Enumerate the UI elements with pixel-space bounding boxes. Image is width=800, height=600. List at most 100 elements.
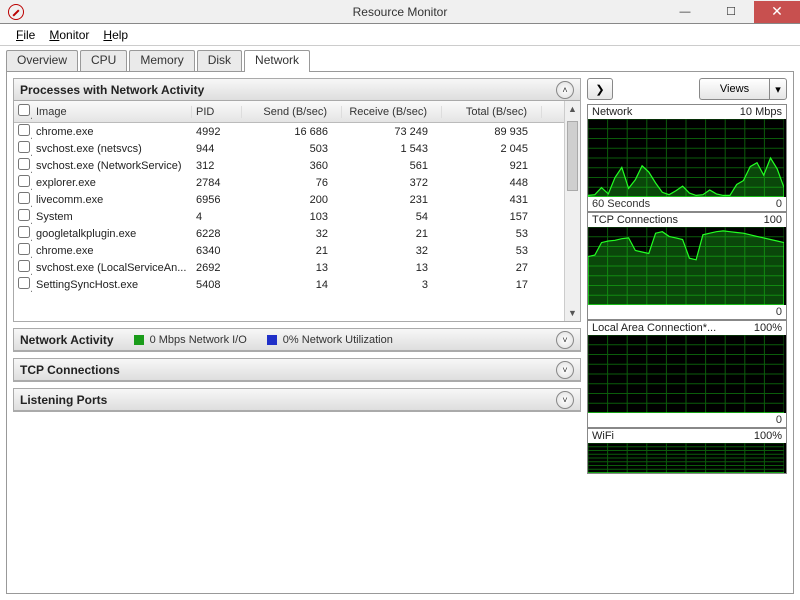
row-checkbox[interactable] (18, 260, 30, 272)
tab-network[interactable]: Network (244, 50, 310, 72)
cell-image: googletalkplugin.exe (32, 228, 192, 240)
row-checkbox[interactable] (18, 192, 30, 204)
row-checkbox[interactable] (18, 124, 30, 136)
cell-total: 157 (442, 211, 542, 223)
listening-panel-header[interactable]: Listening Ports ˅ (14, 389, 580, 411)
menu-monitor[interactable]: Monitor (43, 26, 95, 44)
cell-pid: 312 (192, 160, 242, 172)
table-row[interactable]: svchost.exe (netsvcs)9445031 5432 045 (14, 140, 580, 157)
graph-canvas (588, 443, 786, 473)
close-button[interactable]: ✕ (754, 1, 800, 23)
cell-recv: 73 249 (342, 126, 442, 138)
graph-scale: 100% (754, 322, 782, 334)
legend-util: 0% Network Utilization (267, 334, 393, 346)
cell-send: 200 (242, 194, 342, 206)
cell-total: 89 935 (442, 126, 542, 138)
collapse-graphs-button[interactable]: ❯ (587, 78, 613, 100)
graph-canvas (588, 119, 786, 197)
cell-send: 360 (242, 160, 342, 172)
menu-file[interactable]: File (10, 26, 41, 44)
row-checkbox[interactable] (18, 226, 30, 238)
graph-foot-right: 0 (776, 414, 782, 426)
collapse-icon[interactable]: ˄ (556, 81, 574, 99)
col-total[interactable]: Total (B/sec) (442, 106, 542, 118)
cell-pid: 6956 (192, 194, 242, 206)
table-row[interactable]: svchost.exe (LocalServiceAn...2692131327 (14, 259, 580, 276)
expand-icon[interactable]: ˅ (556, 331, 574, 349)
maximize-button[interactable]: ☐ (708, 1, 754, 23)
listening-ports-panel: Listening Ports ˅ (13, 388, 581, 412)
legend-util-text: 0% Network Utilization (283, 334, 393, 346)
menu-help[interactable]: Help (97, 26, 134, 44)
processes-panel-header[interactable]: Processes with Network Activity ˄ (14, 79, 580, 101)
cell-image: chrome.exe (32, 126, 192, 138)
col-image[interactable]: Image (32, 106, 192, 118)
legend-io: 0 Mbps Network I/O (134, 334, 247, 346)
expand-icon[interactable]: ˅ (556, 361, 574, 379)
row-checkbox[interactable] (18, 158, 30, 170)
cell-total: 53 (442, 228, 542, 240)
scroll-down-icon[interactable]: ▼ (565, 305, 580, 321)
views-button[interactable]: Views (699, 78, 769, 100)
cell-recv: 372 (342, 177, 442, 189)
table-row[interactable]: SettingSyncHost.exe540814317 (14, 276, 580, 293)
select-all-checkbox[interactable] (18, 104, 30, 116)
tabstrip: Overview CPU Memory Disk Network (6, 50, 794, 72)
cell-recv: 3 (342, 279, 442, 291)
col-recv[interactable]: Receive (B/sec) (342, 106, 442, 118)
scroll-thumb[interactable] (567, 121, 578, 191)
tab-cpu[interactable]: CPU (80, 50, 127, 72)
cell-pid: 4 (192, 211, 242, 223)
row-checkbox[interactable] (18, 277, 30, 289)
cell-image: svchost.exe (netsvcs) (32, 143, 192, 155)
expand-icon[interactable]: ˅ (556, 391, 574, 409)
titlebar[interactable]: Resource Monitor — ☐ ✕ (0, 0, 800, 24)
table-row[interactable]: googletalkplugin.exe6228322153 (14, 225, 580, 242)
cell-send: 503 (242, 143, 342, 155)
cell-recv: 54 (342, 211, 442, 223)
cell-pid: 2784 (192, 177, 242, 189)
right-column: ❯ Views ▾ Network10 Mbps60 Seconds0 TCP C… (587, 78, 787, 587)
row-checkbox[interactable] (18, 209, 30, 221)
table-row[interactable]: System410354157 (14, 208, 580, 225)
cell-pid: 4992 (192, 126, 242, 138)
table-row[interactable]: svchost.exe (NetworkService)312360561921 (14, 157, 580, 174)
cell-recv: 561 (342, 160, 442, 172)
listening-panel-title: Listening Ports (20, 393, 107, 407)
tab-disk[interactable]: Disk (197, 50, 242, 72)
table-row[interactable]: livecomm.exe6956200231431 (14, 191, 580, 208)
cell-total: 431 (442, 194, 542, 206)
tab-memory[interactable]: Memory (129, 50, 194, 72)
views-dropdown-button[interactable]: ▾ (769, 78, 787, 100)
scroll-up-icon[interactable]: ▲ (565, 101, 580, 117)
cell-pid: 944 (192, 143, 242, 155)
menubar: File Monitor Help (0, 24, 800, 46)
cell-send: 76 (242, 177, 342, 189)
tab-overview[interactable]: Overview (6, 50, 78, 72)
col-send[interactable]: Send (B/sec) (242, 106, 342, 118)
row-checkbox[interactable] (18, 141, 30, 153)
graph-2: Local Area Connection*... 100% 0 (587, 320, 787, 428)
minimize-button[interactable]: — (662, 1, 708, 23)
col-pid[interactable]: PID (192, 106, 242, 118)
row-checkbox[interactable] (18, 243, 30, 255)
cell-pid: 5408 (192, 279, 242, 291)
graph-0: Network10 Mbps60 Seconds0 (587, 104, 787, 212)
graph-foot-right: 0 (776, 306, 782, 318)
window-buttons: — ☐ ✕ (662, 1, 800, 23)
right-toolbar: ❯ Views ▾ (587, 78, 787, 100)
table-row[interactable]: explorer.exe278476372448 (14, 174, 580, 191)
graph-stack: Network10 Mbps60 Seconds0 TCP Connections… (587, 104, 787, 474)
body: Overview CPU Memory Disk Network Process… (0, 46, 800, 600)
content: Processes with Network Activity ˄ Image … (6, 71, 794, 594)
table-row[interactable]: chrome.exe6340213253 (14, 242, 580, 259)
vertical-scrollbar[interactable]: ▲ ▼ (564, 101, 580, 321)
row-checkbox[interactable] (18, 175, 30, 187)
tcp-panel-header[interactable]: TCP Connections ˅ (14, 359, 580, 381)
table-row[interactable]: chrome.exe499216 68673 24989 935 (14, 123, 580, 140)
graph-title: Local Area Connection*... (592, 322, 716, 334)
network-activity-header[interactable]: Network Activity 0 Mbps Network I/O 0% N… (14, 329, 580, 351)
graph-title: TCP Connections (592, 214, 678, 226)
processes-table: Image PID Send (B/sec) Receive (B/sec) T… (14, 101, 580, 321)
table-header[interactable]: Image PID Send (B/sec) Receive (B/sec) T… (14, 101, 580, 123)
